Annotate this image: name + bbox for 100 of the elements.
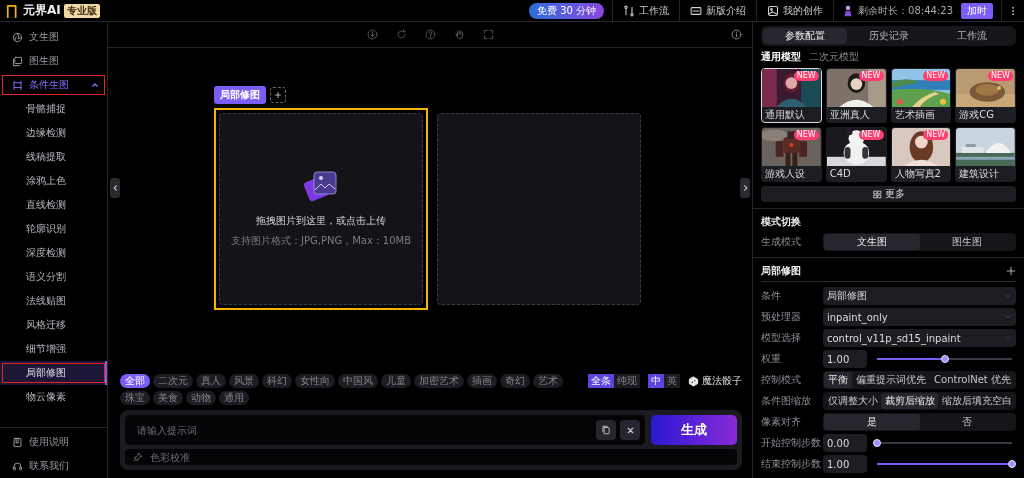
field-label: 权重 xyxy=(761,352,782,366)
sidebar-subitem[interactable]: 物云像素 xyxy=(0,385,107,409)
slider-thumb[interactable] xyxy=(1008,460,1016,468)
category-tag[interactable]: 美食 xyxy=(153,391,183,405)
model-tab[interactable]: 通用模型 xyxy=(761,50,801,64)
category-tag[interactable]: 加密艺术 xyxy=(414,374,464,388)
sidebar-subitem[interactable]: 法线贴图 xyxy=(0,289,107,313)
slider-thumb[interactable] xyxy=(940,355,949,363)
chevron-down-icon xyxy=(1004,292,1012,300)
toggle-option[interactable]: 中 xyxy=(648,374,664,388)
segment-option[interactable]: 文生图 xyxy=(824,234,920,250)
free-trial-button[interactable]: 免费 30 分钟 xyxy=(529,2,605,19)
sidebar-subitem[interactable]: 细节增强 xyxy=(0,337,107,361)
logo-text: 元界AI xyxy=(23,2,61,19)
panel-tab[interactable]: 参数配置 xyxy=(763,28,847,44)
dropdown[interactable]: control_v11p_sd15_inpaint xyxy=(823,329,1016,347)
category-tag[interactable]: 儿童 xyxy=(381,374,411,388)
sidebar-subitem[interactable]: 边缘检测 xyxy=(0,121,107,145)
toggle-option[interactable]: 英 xyxy=(664,374,680,388)
slider-thumb[interactable] xyxy=(873,439,881,447)
dropdown[interactable]: 局部修图 xyxy=(823,287,1016,305)
sidebar-subitem[interactable]: 线稿提取 xyxy=(0,145,107,169)
style-bar[interactable]: 色彩校准 xyxy=(125,449,737,465)
canvas-tab[interactable]: 局部修图 xyxy=(214,86,266,104)
model-name: 人物写真2 xyxy=(893,167,942,181)
category-tag[interactable]: 通用 xyxy=(219,391,249,405)
book-icon xyxy=(12,436,23,448)
nav-link[interactable]: 新版介绍 xyxy=(679,0,757,21)
category-tag[interactable]: 奇幻 xyxy=(500,374,530,388)
extend-button[interactable]: 加时 xyxy=(961,2,993,19)
generate-button[interactable]: 生成 xyxy=(651,415,737,445)
add-icon[interactable] xyxy=(270,87,286,103)
sidebar-item[interactable]: 使用说明 xyxy=(0,430,107,454)
info-icon[interactable] xyxy=(731,29,742,40)
sidebar-subitem[interactable]: 局部修图 xyxy=(0,361,107,385)
dropdown[interactable]: inpaint_only xyxy=(823,308,1016,326)
nav-link[interactable]: 工作流 xyxy=(612,0,680,21)
sidebar-subitem[interactable]: 骨骼捕捉 xyxy=(0,97,107,121)
panel-tab[interactable]: 历史记录 xyxy=(846,28,931,44)
avatar-icon xyxy=(842,3,855,18)
category-tag[interactable]: 艺术 xyxy=(533,374,563,388)
category-tag[interactable]: 动物 xyxy=(186,391,216,405)
upload-title: 拖拽图片到这里，或点击上传 xyxy=(256,214,386,228)
category-tag[interactable]: 全部 xyxy=(120,374,150,388)
segment-option[interactable]: 图生图 xyxy=(919,234,1015,250)
model-card[interactable]: NEW 亚洲真人 xyxy=(825,68,887,123)
sidebar-item[interactable]: 图生图 xyxy=(0,49,107,73)
clear-button[interactable] xyxy=(620,420,640,440)
toggle-option[interactable]: 纯现 xyxy=(614,374,640,388)
sidebar-subitem[interactable]: 风格迁移 xyxy=(0,313,107,337)
prompt-field[interactable]: 请输入提示词 xyxy=(135,423,592,437)
model-card[interactable]: NEW 艺术插画 xyxy=(890,68,952,123)
model-card[interactable]: NEW 人物写真2 xyxy=(890,127,952,182)
dice-button[interactable]: 魔法骰子 xyxy=(688,374,742,388)
category-tag[interactable]: 风景 xyxy=(229,374,259,388)
nav-link[interactable]: 我的创作 xyxy=(756,0,834,21)
segment-option[interactable]: ControlNet 优先 xyxy=(930,372,1015,388)
pin-icon xyxy=(133,452,143,462)
category-tag[interactable]: 二次元 xyxy=(153,374,193,388)
segment-option[interactable]: 否 xyxy=(919,414,1015,430)
sidebar-item[interactable]: 联系我们 xyxy=(0,454,107,478)
segment-option[interactable]: 是 xyxy=(824,414,920,430)
segment-option[interactable]: 平衡 xyxy=(824,372,853,388)
model-card[interactable]: NEW C4D xyxy=(825,127,887,182)
expand-handle[interactable] xyxy=(740,178,750,199)
more-button[interactable]: 更多 xyxy=(761,186,1016,202)
sidebar-subitem[interactable]: 语义分割 xyxy=(0,265,107,289)
toggle-option[interactable]: 全条 xyxy=(588,374,614,388)
category-tag[interactable]: 中国风 xyxy=(338,374,378,388)
panel-tab[interactable]: 工作流 xyxy=(930,28,1014,44)
add-icon[interactable] xyxy=(1006,266,1016,276)
category-tag[interactable]: 女性向 xyxy=(295,374,335,388)
sidebar-item[interactable]: 条件生图 xyxy=(0,73,107,97)
segment-option[interactable]: 缩放后填充空白 xyxy=(938,393,1015,409)
segment-option[interactable]: 仅调整大小 xyxy=(824,393,881,409)
model-card[interactable]: NEW 通用默认 xyxy=(761,68,822,123)
segment-option[interactable]: 裁剪后缩放 xyxy=(881,393,938,409)
copy-button[interactable] xyxy=(596,420,616,440)
prompt-bar[interactable]: 请输入提示词 xyxy=(125,415,645,445)
model-card[interactable]: 建筑设计 xyxy=(955,127,1016,182)
style-field[interactable]: 色彩校准 xyxy=(148,450,729,464)
value-field[interactable]: 1.00 xyxy=(823,455,867,473)
model-card[interactable]: NEW 游戏人设 xyxy=(761,127,822,182)
category-tag[interactable]: 插画 xyxy=(467,374,497,388)
collapse-handle[interactable] xyxy=(110,178,120,199)
sidebar-subitem[interactable]: 深度检测 xyxy=(0,241,107,265)
value-field[interactable]: 0.00 xyxy=(823,434,867,452)
category-tag[interactable]: 真人 xyxy=(196,374,226,388)
sidebar-subitem[interactable]: 涂鸦上色 xyxy=(0,169,107,193)
download-icon[interactable] xyxy=(366,29,378,40)
category-tag[interactable]: 科幻 xyxy=(262,374,292,388)
value-field[interactable]: 1.00 xyxy=(823,350,867,368)
model-card[interactable]: NEW 游戏CG xyxy=(955,68,1016,123)
segment-option[interactable]: 偏重提示词优先 xyxy=(852,372,931,388)
category-tag[interactable]: 珠宝 xyxy=(120,391,150,405)
sidebar-subitem[interactable]: 直线检测 xyxy=(0,193,107,217)
hand-icon[interactable] xyxy=(453,29,465,40)
sidebar-subitem[interactable]: 轮廓识别 xyxy=(0,217,107,241)
sidebar-item[interactable]: 文生图 xyxy=(0,25,107,49)
model-tab[interactable]: 二次元模型 xyxy=(809,50,859,64)
